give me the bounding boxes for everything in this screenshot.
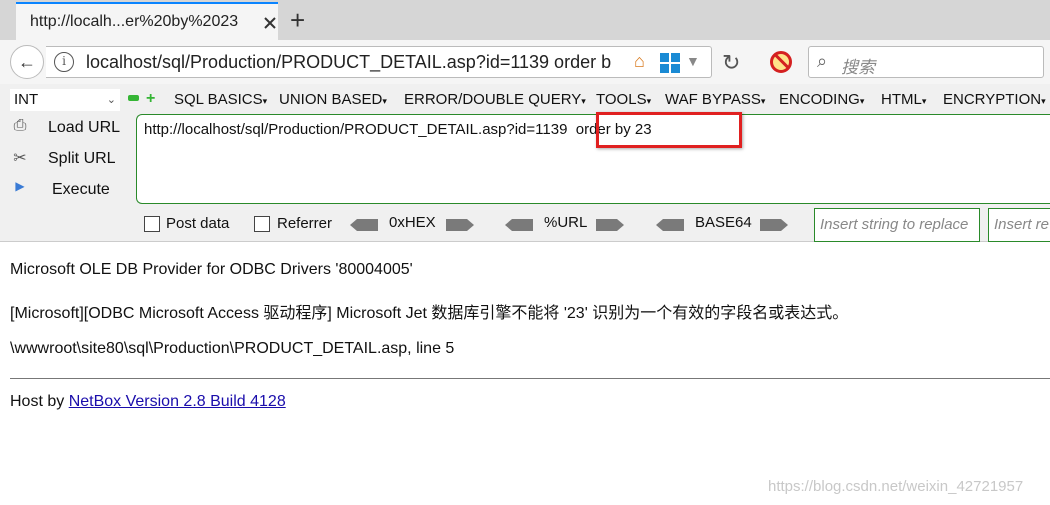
reload-icon[interactable]: ↻ [722, 50, 740, 76]
replace-string-input[interactable]: Insert string to replace [814, 208, 980, 242]
home-icon[interactable]: ⌂ [634, 51, 645, 72]
base64-encode-arrow-icon[interactable] [760, 219, 788, 231]
tab-title: http://localh...er%20by%2023 [30, 13, 239, 30]
highlight-box [596, 112, 742, 148]
url-dropdown-icon[interactable]: ▼ [686, 53, 700, 69]
base64-label: BASE64 [695, 214, 752, 231]
replace-with-input[interactable]: Insert re [988, 208, 1050, 242]
menu-sql-basics[interactable]: SQL BASICS▾ [174, 91, 267, 108]
new-tab-button[interactable]: + [290, 5, 305, 36]
divider [10, 378, 1050, 379]
host-prefix: Host by [10, 393, 69, 410]
back-arrow-icon: ← [18, 51, 36, 72]
back-button[interactable]: ← [10, 45, 44, 79]
info-icon[interactable]: i [54, 52, 74, 72]
base64-decode-arrow-icon[interactable] [656, 219, 684, 231]
noscript-icon[interactable] [770, 51, 792, 73]
referrer-checkbox[interactable] [254, 216, 270, 232]
menu-union-based[interactable]: UNION BASED▾ [279, 91, 387, 108]
watermark: https://blog.csdn.net/weixin_42721957 [768, 478, 1024, 495]
url-encode-arrow-icon[interactable] [596, 219, 624, 231]
split-url-button[interactable]: ✂ Split URL [8, 147, 116, 171]
netbox-link[interactable]: NetBox Version 2.8 Build 4128 [69, 393, 286, 410]
menu-waf-bypass[interactable]: WAF BYPASS▾ [665, 91, 765, 108]
host-line: Host by NetBox Version 2.8 Build 4128 [10, 393, 286, 411]
search-input[interactable]: ⌕ 搜索 [808, 46, 1044, 78]
post-data-checkbox[interactable] [144, 216, 160, 232]
scissors-icon: ✂ [13, 150, 27, 167]
error-title: Microsoft OLE DB Provider for ODBC Drive… [10, 261, 413, 278]
windows-icon[interactable] [660, 53, 680, 73]
address-bar[interactable]: i localhost/sql/Production/PRODUCT_DETAI… [46, 46, 712, 78]
execute-button[interactable]: ▶ Execute [8, 178, 110, 202]
hex-encode-arrow-icon[interactable] [446, 219, 474, 231]
referrer-label: Referrer [277, 215, 333, 232]
tab-bar: http://localh...er%20by%2023 + [0, 0, 1050, 40]
hackbar-url-text: http://localhost/sql/Production/PRODUCT_… [144, 121, 652, 138]
chevron-down-icon: ⌄ [106, 94, 116, 106]
navigation-bar: ← i localhost/sql/Production/PRODUCT_DET… [0, 40, 1050, 84]
browser-tab[interactable]: http://localh...er%20by%2023 [16, 2, 278, 40]
hackbar-url-textarea[interactable]: http://localhost/sql/Production/PRODUCT_… [136, 114, 1050, 204]
split-url-label: Split URL [48, 150, 116, 167]
execute-label: Execute [52, 181, 110, 198]
play-icon: ▶ [15, 179, 25, 193]
hex-decode-arrow-icon[interactable] [350, 219, 378, 231]
injection-type-select[interactable]: INT ⌄ [10, 89, 120, 111]
search-icon: ⌕ [817, 51, 828, 71]
search-placeholder: 搜索 [841, 58, 875, 77]
load-url-label: Load URL [48, 119, 121, 136]
load-url-button[interactable]: ⎙ Load URL [8, 116, 120, 140]
menu-html[interactable]: HTML▾ [881, 91, 926, 108]
injection-type-value: INT [14, 91, 39, 108]
address-text[interactable]: localhost/sql/Production/PRODUCT_DETAIL.… [86, 52, 628, 73]
minus-icon[interactable] [128, 95, 139, 101]
hackbar-panel: INT ⌄ + SQL BASICS▾ UNION BASED▾ ERROR/D… [0, 84, 1050, 242]
menu-error-double-query[interactable]: ERROR/DOUBLE QUERY▾ [404, 91, 586, 108]
plus-icon[interactable]: + [146, 91, 155, 107]
menu-encryption[interactable]: ENCRYPTION▾ [943, 91, 1046, 108]
error-message: [Microsoft][ODBC Microsoft Access 驱动程序] … [10, 305, 849, 322]
hackbar-menu: INT ⌄ + SQL BASICS▾ UNION BASED▾ ERROR/D… [0, 89, 1050, 111]
error-location: \wwwroot\site80\sql\Production\PRODUCT_D… [10, 340, 455, 357]
url-decode-arrow-icon[interactable] [505, 219, 533, 231]
hackbar-options: Post data Referrer 0xHEX %URL BASE64 Ins… [0, 208, 1050, 242]
post-data-label: Post data [166, 215, 230, 232]
hex-label: 0xHEX [389, 214, 436, 231]
url-encode-label: %URL [544, 214, 588, 231]
load-url-icon: ⎙ [13, 117, 27, 134]
menu-encoding[interactable]: ENCODING▾ [779, 91, 864, 108]
menu-tools[interactable]: TOOLS▾ [596, 91, 651, 108]
